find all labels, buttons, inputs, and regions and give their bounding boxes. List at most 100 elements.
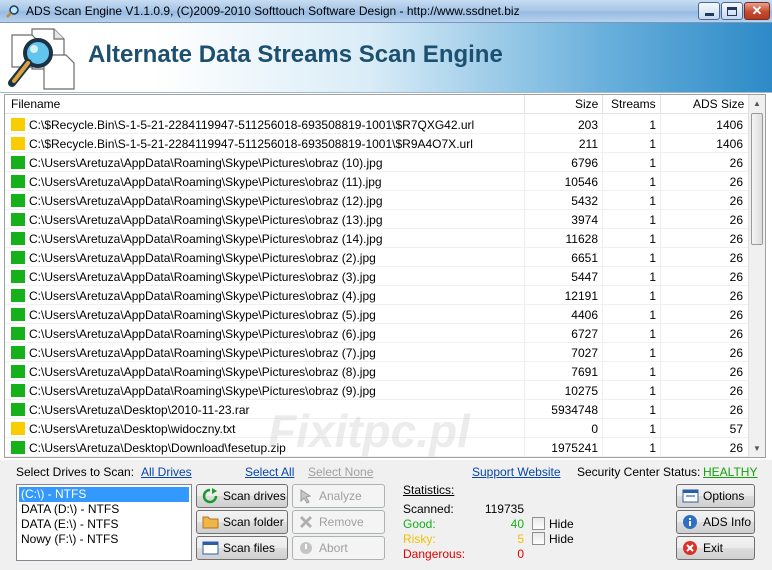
status-good-square-icon: [11, 156, 25, 169]
row-ads-size: 26: [729, 308, 743, 322]
remove-x-icon: [297, 514, 315, 530]
hide-good-checkbox[interactable]: [532, 517, 545, 530]
minimize-icon: [704, 13, 714, 16]
scan-folder-label: Scan folder: [223, 515, 284, 529]
table-row[interactable]: C:\$Recycle.Bin\S-1-5-21-2284119947-5112…: [5, 134, 749, 153]
row-size: 11628: [565, 232, 598, 246]
refresh-icon: [201, 488, 219, 504]
minimize-button[interactable]: [698, 2, 720, 20]
column-separator[interactable]: [524, 95, 525, 114]
table-row[interactable]: C:\Users\Aretuza\AppData\Roaming\Skype\P…: [5, 248, 749, 267]
row-size: 0: [591, 422, 598, 436]
select-drives-label: Select Drives to Scan:: [16, 465, 135, 479]
column-header-filename[interactable]: Filename: [11, 97, 60, 111]
column-header-ads-size[interactable]: ADS Size: [693, 97, 744, 111]
list-rows: C:\$Recycle.Bin\S-1-5-21-2284119947-5112…: [5, 115, 749, 457]
scan-folder-button[interactable]: Scan folder: [196, 510, 288, 534]
table-row[interactable]: C:\$Recycle.Bin\S-1-5-21-2284119947-5112…: [5, 115, 749, 134]
exit-label: Exit: [703, 541, 724, 555]
row-streams: 1: [649, 346, 656, 360]
scan-files-button[interactable]: Scan files: [196, 536, 288, 560]
select-none-link[interactable]: Select None: [308, 465, 373, 479]
status-good-square-icon: [11, 251, 25, 264]
table-row[interactable]: C:\Users\Aretuza\AppData\Roaming\Skype\P…: [5, 267, 749, 286]
options-label: Options: [703, 489, 745, 503]
table-row[interactable]: C:\Users\Aretuza\AppData\Roaming\Skype\P…: [5, 324, 749, 343]
row-streams: 1: [649, 137, 656, 151]
row-streams: 1: [649, 232, 656, 246]
drives-listbox[interactable]: (C:\) - NTFS DATA (D:\) - NTFS DATA (E:\…: [16, 484, 192, 561]
files-window-icon: [201, 540, 219, 556]
magnifier-icon: [6, 5, 19, 18]
table-row[interactable]: C:\Users\Aretuza\AppData\Roaming\Skype\P…: [5, 210, 749, 229]
row-streams: 1: [649, 175, 656, 189]
good-label: Good:: [403, 517, 436, 531]
table-row[interactable]: C:\Users\Aretuza\AppData\Roaming\Skype\P…: [5, 172, 749, 191]
options-window-icon: [681, 488, 699, 504]
scan-files-label: Scan files: [223, 541, 276, 555]
status-good-square-icon: [11, 384, 25, 397]
list-vertical-scrollbar[interactable]: ▲ ▼: [748, 95, 765, 457]
row-size: 10275: [564, 384, 598, 398]
row-size: 5447: [571, 270, 598, 284]
table-row[interactable]: C:\Users\Aretuza\Desktop\widoczny.txt 0 1 5…: [5, 419, 749, 438]
ads-info-button[interactable]: ADS Info: [676, 510, 755, 534]
analyze-cursor-icon: [297, 488, 315, 504]
abort-button[interactable]: Abort: [292, 536, 385, 560]
table-row[interactable]: C:\Users\Aretuza\AppData\Roaming\Skype\P…: [5, 362, 749, 381]
row-streams: 1: [649, 270, 656, 284]
row-streams: 1: [649, 308, 656, 322]
hide-risky-checkbox[interactable]: [532, 532, 545, 545]
ads-results-list[interactable]: Filename Size Streams ADS Size C:\$Recyc…: [4, 94, 766, 458]
row-ads-size: 26: [729, 194, 743, 208]
row-filename: C:\Users\Aretuza\AppData\Roaming\Skype\P…: [29, 308, 376, 322]
scroll-up-arrow-icon[interactable]: ▲: [749, 95, 765, 112]
row-size: 4406: [571, 308, 598, 322]
column-separator[interactable]: [660, 95, 661, 114]
table-row[interactable]: C:\Users\Aretuza\AppData\Roaming\Skype\P…: [5, 343, 749, 362]
row-filename: C:\Users\Aretuza\AppData\Roaming\Skype\P…: [29, 251, 376, 265]
row-size: 12191: [564, 289, 598, 303]
table-row[interactable]: C:\Users\Aretuza\AppData\Roaming\Skype\P…: [5, 191, 749, 210]
all-drives-link[interactable]: All Drives: [141, 465, 192, 479]
column-header-size[interactable]: Size: [575, 97, 598, 111]
maximize-button[interactable]: [721, 2, 743, 20]
drive-item-f[interactable]: Nowy (F:\) - NTFS: [19, 532, 189, 547]
ads-scan-logo-icon: [8, 28, 75, 90]
row-ads-size: 26: [729, 327, 743, 341]
options-button[interactable]: Options: [676, 484, 755, 508]
row-ads-size: 1406: [716, 118, 743, 132]
security-center-status-link[interactable]: HEALTHY: [703, 465, 757, 479]
dangerous-value: 0: [517, 547, 524, 561]
row-filename: C:\Users\Aretuza\AppData\Roaming\Skype\P…: [29, 270, 376, 284]
scan-drives-label: Scan drives: [223, 489, 286, 503]
close-window-button[interactable]: ✕: [744, 2, 770, 20]
analyze-button[interactable]: Analyze: [292, 484, 385, 508]
scanned-label: Scanned:: [403, 502, 454, 516]
table-row[interactable]: C:\Users\Aretuza\AppData\Roaming\Skype\P…: [5, 381, 749, 400]
table-row[interactable]: C:\Users\Aretuza\AppData\Roaming\Skype\P…: [5, 305, 749, 324]
remove-button[interactable]: Remove: [292, 510, 385, 534]
support-website-link[interactable]: Support Website: [472, 465, 561, 479]
title-bar[interactable]: ADS Scan Engine V1.1.0.9, (C)2009-2010 S…: [0, 0, 772, 23]
exit-button[interactable]: Exit: [676, 536, 755, 560]
table-row[interactable]: C:\Users\Aretuza\AppData\Roaming\Skype\P…: [5, 286, 749, 305]
row-ads-size: 26: [729, 384, 743, 398]
table-row[interactable]: C:\Users\Aretuza\Desktop\2010-11-23.rar 5…: [5, 400, 749, 419]
row-size: 7027: [571, 346, 598, 360]
scroll-thumb[interactable]: [751, 113, 763, 245]
column-header-streams[interactable]: Streams: [611, 97, 656, 111]
drive-item-c[interactable]: (C:\) - NTFS: [19, 487, 189, 502]
scroll-down-arrow-icon[interactable]: ▼: [749, 440, 765, 457]
row-size: 203: [577, 118, 598, 132]
table-row[interactable]: C:\Users\Aretuza\AppData\Roaming\Skype\P…: [5, 153, 749, 172]
row-filename: C:\$Recycle.Bin\S-1-5-21-2284119947-5112…: [29, 118, 475, 132]
status-good-square-icon: [11, 194, 25, 207]
column-separator[interactable]: [602, 95, 603, 114]
table-row[interactable]: C:\Users\Aretuza\AppData\Roaming\Skype\P…: [5, 229, 749, 248]
drive-item-e[interactable]: DATA (E:\) - NTFS: [19, 517, 189, 532]
table-row[interactable]: C:\Users\Aretuza\Desktop\Download\fesetu…: [5, 438, 749, 457]
drive-item-d[interactable]: DATA (D:\) - NTFS: [19, 502, 189, 517]
scan-drives-button[interactable]: Scan drives: [196, 484, 288, 508]
select-all-link[interactable]: Select All: [245, 465, 294, 479]
